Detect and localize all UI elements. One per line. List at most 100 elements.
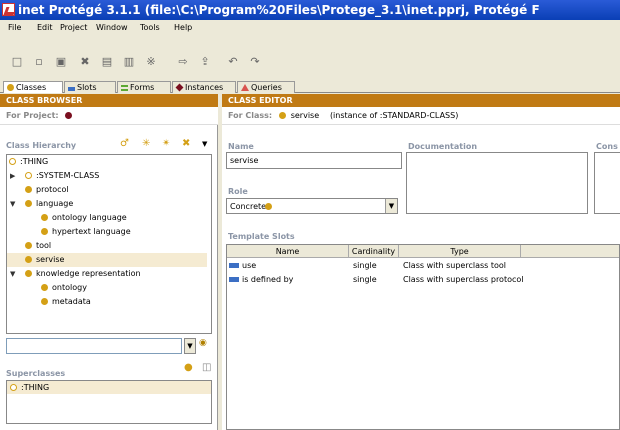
class-search-row: ▼ ◉ bbox=[6, 338, 212, 354]
slot-cardinality-cell: single bbox=[353, 261, 377, 270]
create-subclass-icon[interactable]: ✴ bbox=[162, 138, 170, 149]
view-class-icon[interactable]: ♂ bbox=[120, 138, 129, 149]
class-tree[interactable]: :THING ▶ :SYSTEM-CLASS protocol ▼ langua… bbox=[6, 154, 212, 334]
save-icon[interactable]: ▣ bbox=[54, 56, 68, 68]
tree-node-ontology[interactable]: ontology bbox=[7, 281, 207, 295]
tree-node-ontology-language[interactable]: ontology language bbox=[7, 211, 207, 225]
tab-instances[interactable]: Instances bbox=[172, 81, 236, 93]
tree-node-language[interactable]: ▼ language bbox=[7, 197, 207, 211]
template-slots-table[interactable]: Name Cardinality Type use single Class w… bbox=[226, 244, 620, 430]
toolbar: □ ▫ ▣ ✖ ▤ ▥ ※ ⇨ ⇪ ↶ ↷ bbox=[0, 36, 620, 80]
name-label: Name bbox=[228, 142, 254, 151]
create-class-icon[interactable]: ✳ bbox=[142, 138, 150, 149]
table-row[interactable]: use single Class with superclass tool bbox=[227, 259, 619, 272]
instance-icon bbox=[175, 83, 184, 92]
tree-node-metadata[interactable]: metadata bbox=[7, 295, 207, 309]
add-superclass-icon[interactable]: ● bbox=[184, 362, 193, 373]
tree-node-label: metadata bbox=[52, 297, 91, 306]
new-file-icon[interactable]: □ bbox=[10, 56, 24, 68]
class-icon bbox=[25, 242, 32, 249]
superclasses-label: Superclasses bbox=[6, 369, 66, 378]
column-header-name[interactable]: Name bbox=[227, 245, 349, 258]
list-item[interactable]: :THING bbox=[7, 381, 211, 394]
class-hierarchy-label: Class Hierarchy bbox=[6, 141, 77, 150]
tree-node-tool[interactable]: tool bbox=[7, 239, 207, 253]
protege-logo-icon bbox=[2, 3, 15, 16]
for-class-label: For Class: bbox=[228, 111, 273, 120]
search-dropdown-icon[interactable]: ▼ bbox=[184, 338, 196, 354]
column-header-cardinality[interactable]: Cardinality bbox=[349, 245, 399, 258]
menu-window[interactable]: Window bbox=[96, 23, 128, 32]
class-editor-header: CLASS EDITOR bbox=[222, 94, 620, 107]
tab-queries[interactable]: Queries bbox=[237, 81, 295, 93]
find-icon[interactable]: ◉ bbox=[199, 338, 211, 354]
hierarchy-menu-icon[interactable]: ▼ bbox=[202, 140, 207, 148]
class-browser-header: CLASS BROWSER bbox=[0, 94, 218, 107]
title-bar: inet Protégé 3.1.1 (file:\C:\Program%20F… bbox=[0, 0, 620, 20]
paste-icon[interactable]: ▥ bbox=[122, 56, 136, 68]
menu-tools[interactable]: Tools bbox=[140, 23, 160, 32]
delete-class-icon[interactable]: ✖ bbox=[182, 138, 190, 149]
concrete-icon bbox=[265, 203, 272, 210]
menu-project[interactable]: Project bbox=[60, 23, 87, 32]
for-project-label: For Project: bbox=[6, 111, 59, 120]
query-icon bbox=[241, 84, 249, 91]
remove-superclass-icon[interactable]: ◫ bbox=[202, 362, 211, 373]
copy-icon[interactable]: ▤ bbox=[100, 56, 114, 68]
collapse-icon[interactable]: ▼ bbox=[10, 197, 15, 211]
class-browser-panel: CLASS BROWSER For Project: Class Hierarc… bbox=[0, 94, 218, 430]
tab-label: Slots bbox=[77, 83, 97, 92]
menu-help[interactable]: Help bbox=[174, 23, 192, 32]
role-select[interactable]: Concrete ▼ bbox=[226, 198, 398, 214]
tree-node-hypertext-language[interactable]: hypertext language bbox=[7, 225, 207, 239]
expand-icon[interactable]: ▶ bbox=[10, 169, 15, 183]
tree-node-servise[interactable]: servise bbox=[7, 253, 207, 267]
class-icon bbox=[41, 214, 48, 221]
import-icon[interactable]: ⇪ bbox=[198, 56, 212, 68]
undo-icon[interactable]: ↶ bbox=[226, 56, 240, 68]
tab-label: Forms bbox=[130, 83, 155, 92]
for-class-row: For Class: servise (instance of :STANDAR… bbox=[222, 107, 620, 125]
menu-file[interactable]: File bbox=[8, 23, 21, 32]
class-icon bbox=[7, 84, 14, 91]
chevron-down-icon[interactable]: ▼ bbox=[385, 199, 397, 213]
tree-node-label: ontology bbox=[52, 283, 87, 292]
tree-node-label: servise bbox=[36, 255, 65, 264]
name-field[interactable]: servise bbox=[226, 152, 402, 169]
redo-icon[interactable]: ↷ bbox=[248, 56, 262, 68]
superclasses-header: Superclasses ● ◫ bbox=[6, 362, 212, 380]
class-icon bbox=[10, 384, 17, 391]
tree-node-label: ontology language bbox=[52, 213, 127, 222]
class-icon bbox=[25, 200, 32, 207]
slot-cardinality-cell: single bbox=[353, 275, 377, 284]
slot-icon bbox=[229, 277, 239, 282]
slot-type-cell: Class with superclass tool bbox=[403, 261, 507, 270]
tab-forms[interactable]: Forms bbox=[117, 81, 171, 93]
tools-icon[interactable]: ※ bbox=[144, 56, 158, 68]
menu-edit[interactable]: Edit bbox=[37, 23, 53, 32]
constraints-field[interactable] bbox=[594, 152, 620, 214]
open-folder-icon[interactable]: ▫ bbox=[32, 56, 46, 68]
tree-node-thing[interactable]: :THING bbox=[7, 155, 207, 169]
cut-icon[interactable]: ✖ bbox=[78, 56, 92, 68]
class-search-input[interactable] bbox=[6, 338, 182, 354]
table-row[interactable]: is defined by single Class with supercla… bbox=[227, 273, 619, 286]
tree-node-system-class[interactable]: ▶ :SYSTEM-CLASS bbox=[7, 169, 207, 183]
documentation-field[interactable] bbox=[406, 152, 588, 214]
menu-bar: File Edit Project Window Tools Help bbox=[0, 20, 620, 36]
project-icon bbox=[65, 112, 73, 119]
tab-classes[interactable]: Classes bbox=[3, 81, 63, 93]
constraints-label: Cons bbox=[596, 142, 618, 151]
export-icon[interactable]: ⇨ bbox=[176, 56, 190, 68]
slot-icon bbox=[68, 87, 75, 91]
tab-slots[interactable]: Slots bbox=[64, 81, 116, 93]
tree-node-knowledge-representation[interactable]: ▼ knowledge representation bbox=[7, 267, 207, 281]
slot-name-cell: use bbox=[229, 259, 256, 272]
superclasses-list[interactable]: :THING bbox=[6, 380, 212, 424]
tree-node-protocol[interactable]: protocol bbox=[7, 183, 207, 197]
collapse-icon[interactable]: ▼ bbox=[10, 267, 15, 281]
column-header-type[interactable]: Type bbox=[399, 245, 521, 258]
slot-type-cell: Class with superclass protocol bbox=[403, 275, 524, 284]
tab-label: Queries bbox=[251, 83, 282, 92]
slot-name: use bbox=[242, 261, 257, 270]
